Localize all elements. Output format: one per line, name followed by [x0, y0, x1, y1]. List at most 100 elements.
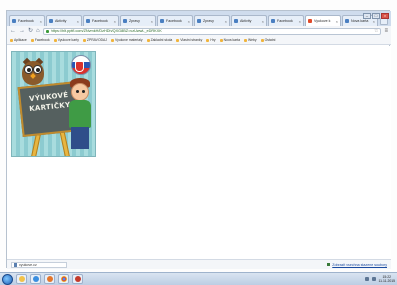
ie-icon [32, 276, 39, 282]
home-icon[interactable]: ⌂ [36, 28, 40, 34]
bookmark-item[interactable]: Aplikace [10, 38, 27, 42]
bookmark-item[interactable]: Vlastni stranky [176, 38, 202, 42]
desktop: Facebook × Aktivity × Facebook × Zpravy × Fa… [0, 0, 397, 285]
clock[interactable]: 15:22 11.11.2015 [379, 275, 395, 283]
bookmark-icon [10, 38, 13, 42]
bookmark-icon [30, 38, 34, 42]
tab-1[interactable]: Facebook × [9, 15, 45, 26]
taskbar-app-media[interactable] [44, 274, 55, 284]
tab-2[interactable]: Aktivity × [46, 15, 82, 26]
download-icon [14, 262, 17, 267]
bookmark-item[interactable]: Facebook [30, 38, 50, 42]
download-arrow-icon [327, 263, 331, 266]
bookmark-item[interactable]: Hry [206, 38, 216, 42]
page-content: VÝUKOVÉ KARTIČKY [7, 46, 391, 259]
favicon-icon [345, 19, 349, 23]
tab-close-icon[interactable]: × [299, 19, 301, 24]
back-icon[interactable]: ← [10, 28, 16, 34]
download-item[interactable]: vyukove.cz [11, 261, 67, 268]
star-icon[interactable]: ☆ [372, 29, 378, 34]
start-icon[interactable] [2, 273, 13, 285]
browser-window: Facebook × Aktivity × Facebook × Zpravy × Fa… [6, 10, 391, 269]
boy-shirt [69, 100, 91, 128]
bookmark-item[interactable]: Vyukove karty [53, 38, 79, 42]
favicon-icon [197, 19, 201, 23]
lock-icon [45, 29, 49, 33]
tab-close-icon[interactable]: × [336, 19, 338, 24]
show-all-downloads-link[interactable]: Zobrazit vsechna stazene soubory [327, 263, 387, 267]
favicon-icon [308, 19, 312, 23]
tab-4[interactable]: Zpravy × [120, 15, 156, 26]
tab-close-icon[interactable]: × [114, 19, 116, 24]
boy-icon [67, 78, 93, 156]
favicon-icon [271, 19, 275, 23]
system-tray: 15:22 11.11.2015 [364, 275, 395, 283]
download-bar: vyukove.cz Zobrazit vsechna stazene soub… [7, 259, 391, 269]
toolbar: ← → ↻ ⌂ https://hlt.pptfl.com/ZNvmkH/DzH… [7, 26, 391, 36]
media-icon [46, 276, 53, 282]
flag-icon[interactable] [71, 55, 91, 75]
bookmark-icon [260, 38, 264, 42]
taskbar-app-ie[interactable] [30, 274, 41, 284]
tab-active[interactable]: Vyukove k × [305, 15, 341, 26]
favicon-icon [49, 19, 53, 23]
tab-close-icon[interactable]: × [262, 19, 264, 24]
taskbar-app-skype[interactable] [72, 274, 83, 284]
bookmark-icon [219, 38, 223, 42]
favicon-icon [123, 19, 127, 23]
url-text: https://hlt.pptfl.com/ZNvmkH/DzHDh/QXG8B… [50, 29, 162, 33]
folder-icon [18, 276, 25, 282]
bookmark-icon [146, 38, 150, 42]
boy-face [71, 83, 89, 101]
game-tile[interactable]: VÝUKOVÉ KARTIČKY [11, 51, 96, 157]
tab-3[interactable]: Facebook × [83, 15, 119, 26]
volume-icon[interactable] [371, 277, 376, 281]
owl-eye [33, 65, 42, 74]
reload-icon[interactable]: ↻ [28, 28, 33, 34]
bookmark-icon [111, 38, 114, 42]
favicon-icon [86, 19, 90, 23]
bookmark-item[interactable]: Ostatni [260, 38, 275, 42]
bookmark-item[interactable]: Weby [244, 38, 257, 42]
tab-close-icon[interactable]: × [40, 19, 42, 24]
bookmark-item[interactable]: Vyukove materialy [111, 38, 143, 42]
tab-close-icon[interactable]: × [225, 19, 227, 24]
taskbar-app-explorer[interactable] [16, 274, 27, 284]
address-bar[interactable]: https://hlt.pptfl.com/ZNvmkH/DzHDh/QXG8B… [42, 27, 382, 35]
bookmark-icon [206, 38, 210, 42]
chrome-icon [60, 276, 67, 282]
app-icon [74, 276, 81, 282]
favicon-icon [160, 19, 164, 23]
tab-6[interactable]: Zpravy × [194, 15, 230, 26]
bookmark-icon [176, 38, 180, 42]
bookmark-item[interactable]: Zakladni skola [146, 38, 172, 42]
tab-5[interactable]: Facebook × [157, 15, 193, 26]
tab-close-icon[interactable]: × [77, 19, 79, 24]
favicon-icon [12, 19, 16, 23]
boy-pants [71, 127, 89, 149]
close-button[interactable]: × [381, 13, 389, 19]
bookmark-icon [82, 38, 86, 42]
minimize-button[interactable]: – [363, 13, 371, 19]
taskbar-app-chrome[interactable] [58, 274, 69, 284]
bookmarks-bar: Aplikace Facebook Vyukove karty ZPRAVODA… [7, 36, 391, 45]
tab-close-icon[interactable]: × [373, 19, 375, 24]
window-controls: – □ × [363, 13, 389, 19]
favicon-icon [234, 19, 238, 23]
tab-close-icon[interactable]: × [188, 19, 190, 24]
tab-strip: Facebook × Aktivity × Facebook × Zpravy × Fa… [7, 11, 391, 26]
bookmark-icon [53, 38, 57, 42]
new-tab-button[interactable] [380, 18, 388, 25]
owl-icon [18, 55, 48, 87]
bookmark-icon [244, 38, 248, 42]
menu-icon[interactable]: ≡ [384, 28, 388, 34]
network-icon[interactable] [364, 277, 369, 281]
bookmark-item[interactable]: ZPRAVODAJ [82, 38, 107, 42]
tab-8[interactable]: Facebook × [268, 15, 304, 26]
maximize-button[interactable]: □ [372, 13, 380, 19]
tab-close-icon[interactable]: × [151, 19, 153, 24]
bookmark-item[interactable]: Nova karta [219, 38, 240, 42]
tab-7[interactable]: Aktivity × [231, 15, 267, 26]
taskbar: 15:22 11.11.2015 [0, 272, 397, 285]
forward-icon[interactable]: → [19, 28, 25, 34]
